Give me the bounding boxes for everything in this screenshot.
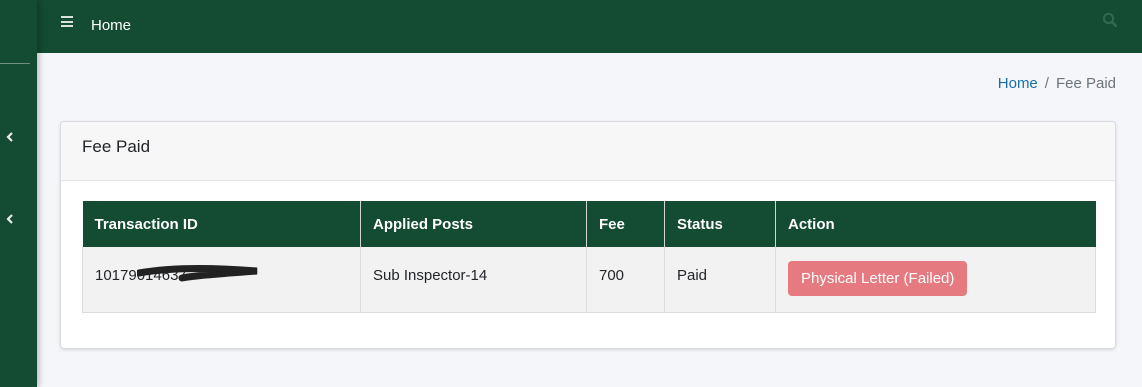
card-title: Fee Paid <box>61 122 1115 181</box>
column-header-applied-posts: Applied Posts <box>360 201 587 247</box>
column-header-status: Status <box>664 201 776 247</box>
chevron-left-icon[interactable] <box>5 131 15 143</box>
cell-action: Physical Letter (Failed) <box>775 247 1096 313</box>
breadcrumb-separator: / <box>1044 75 1049 92</box>
cell-transaction-id: 10179014637 <box>82 247 361 313</box>
cell-fee: 700 <box>586 247 665 313</box>
column-header-action: Action <box>775 201 1096 247</box>
table-row: 10179014637 Sub Inspector-14 700 Paid Ph… <box>82 247 1096 313</box>
cell-status: Paid <box>664 247 776 313</box>
table-header-row: Transaction ID Applied Posts Fee Status … <box>82 201 1096 247</box>
breadcrumb-home-link[interactable]: Home <box>998 75 1038 92</box>
sidebar <box>0 0 37 387</box>
column-header-transaction-id: Transaction ID <box>82 201 361 247</box>
fee-paid-table: Transaction ID Applied Posts Fee Status … <box>82 201 1096 313</box>
column-header-fee: Fee <box>586 201 665 247</box>
navbar-home-link[interactable]: Home <box>91 17 131 34</box>
hamburger-icon[interactable] <box>61 16 73 27</box>
search-icon[interactable] <box>1102 12 1118 28</box>
fee-paid-card: Fee Paid Transaction ID Applied Posts Fe… <box>60 121 1116 349</box>
top-navbar: Home <box>37 0 1142 53</box>
breadcrumb: Home / Fee Paid <box>998 75 1116 92</box>
redaction-scribble <box>137 265 258 282</box>
physical-letter-failed-button[interactable]: Physical Letter (Failed) <box>788 260 968 296</box>
cell-applied-posts: Sub Inspector-14 <box>360 247 587 313</box>
breadcrumb-current: Fee Paid <box>1055 75 1116 92</box>
sidebar-divider <box>0 63 30 64</box>
chevron-left-icon[interactable] <box>5 213 15 225</box>
